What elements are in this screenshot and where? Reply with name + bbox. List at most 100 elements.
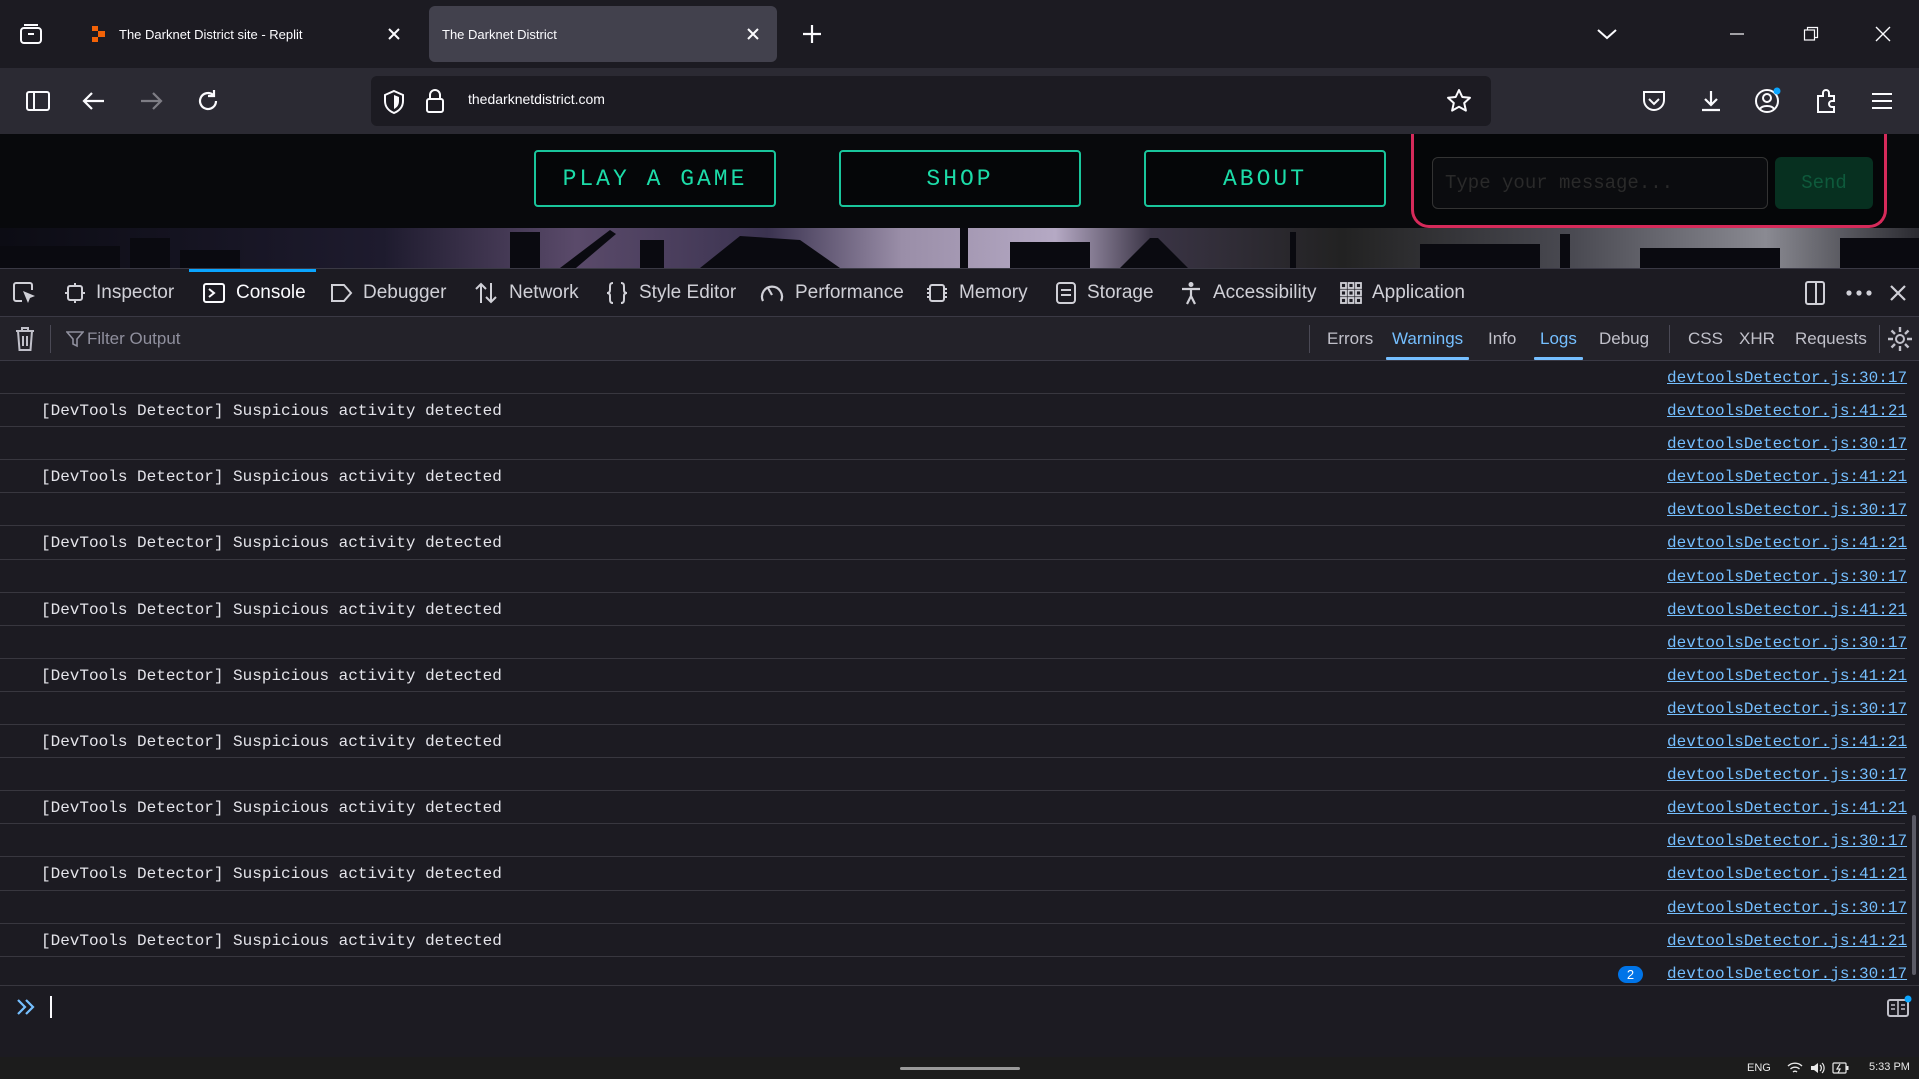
console-row: [DevTools Detector] Suspicious activity … — [0, 593, 1907, 626]
bookmark-star-icon[interactable] — [1446, 88, 1472, 114]
hamburger-menu-icon[interactable] — [1865, 84, 1899, 118]
console-row: [DevTools Detector] Suspicious activity … — [0, 460, 1907, 494]
source-link[interactable]: devtoolsDetector.js:41:21 — [1667, 865, 1907, 883]
extensions-icon[interactable] — [1809, 84, 1843, 118]
source-link[interactable]: devtoolsDetector.js:30:17 — [1667, 435, 1907, 453]
new-tab-icon[interactable] — [795, 17, 829, 51]
inspector-icon — [65, 282, 85, 303]
console-icon — [203, 282, 225, 303]
tab-accessibility[interactable]: Accessibility — [1179, 269, 1316, 316]
editor-mode-toggle-icon[interactable] — [1886, 995, 1912, 1019]
console-message: [DevTools Detector] Suspicious activity … — [41, 733, 502, 752]
filter-debug-button[interactable]: Debug — [1599, 329, 1649, 349]
more-options-icon[interactable] — [1846, 269, 1882, 316]
source-link[interactable]: devtoolsDetector.js:41:21 — [1667, 799, 1907, 817]
source-link[interactable]: devtoolsDetector.js:41:21 — [1667, 667, 1907, 685]
restore-icon[interactable] — [1794, 17, 1828, 51]
os-taskbar: ENG 5:33 PM — [0, 1057, 1919, 1079]
console-row: devtoolsDetector.js:30:17 — [0, 361, 1907, 395]
source-link[interactable]: devtoolsDetector.js:30:17 — [1667, 501, 1907, 519]
element-picker-icon[interactable] — [12, 269, 48, 316]
chat-send-button[interactable]: Send — [1775, 157, 1873, 209]
tracking-protection-shield-icon[interactable] — [382, 89, 406, 115]
settings-gear-icon[interactable] — [1887, 326, 1913, 352]
tab-style-editor[interactable]: Style Editor — [605, 269, 736, 316]
pocket-icon[interactable] — [1637, 84, 1671, 118]
console-row: devtoolsDetector.js:30:17 — [0, 427, 1907, 461]
tab-memory[interactable]: Memory — [925, 269, 1028, 316]
filter-funnel-icon — [66, 330, 84, 348]
trash-icon[interactable] — [14, 326, 36, 352]
wifi-icon[interactable] — [1787, 1061, 1803, 1075]
console-input[interactable] — [0, 985, 1919, 1057]
source-link[interactable]: devtoolsDetector.js:30:17 — [1667, 766, 1907, 784]
source-link[interactable]: devtoolsDetector.js:41:21 — [1667, 534, 1907, 552]
devtools-toolbar: Inspector Console Debugger Network Style… — [0, 268, 1919, 316]
close-icon[interactable] — [743, 24, 763, 44]
downloads-icon[interactable] — [1694, 84, 1728, 118]
source-link[interactable]: devtoolsDetector.js:30:17 — [1667, 634, 1907, 652]
url-bar[interactable]: thedarknetdistrict.com — [371, 76, 1491, 126]
tab-network[interactable]: Network — [473, 269, 579, 316]
tab-replit[interactable]: The Darknet District site - Replit — [76, 6, 418, 62]
tab-application[interactable]: Application — [1340, 269, 1465, 316]
lock-icon[interactable] — [425, 88, 445, 114]
tab-debugger[interactable]: Debugger — [329, 269, 446, 316]
tab-darknet-district[interactable]: The Darknet District — [429, 6, 777, 62]
filter-logs-button[interactable]: Logs — [1534, 329, 1583, 360]
filter-errors-button[interactable]: Errors — [1327, 329, 1373, 349]
reload-icon[interactable] — [191, 84, 225, 118]
filter-requests-button[interactable]: Requests — [1795, 329, 1867, 349]
clock[interactable]: 5:33 PM — [1869, 1061, 1910, 1073]
forward-icon[interactable] — [134, 84, 168, 118]
console-row: [DevTools Detector] Suspicious activity … — [0, 725, 1907, 759]
window-close-icon[interactable] — [1866, 17, 1900, 51]
tab-label: Inspector — [96, 281, 175, 303]
taskbar-handle[interactable] — [900, 1067, 1020, 1070]
list-tabs-chevron-icon[interactable] — [1590, 17, 1624, 51]
source-link[interactable]: devtoolsDetector.js:30:17 — [1667, 832, 1907, 850]
sidebar-icon[interactable] — [21, 84, 55, 118]
chat-message-input[interactable]: Type your message... — [1432, 157, 1768, 209]
source-link[interactable]: devtoolsDetector.js:41:21 — [1667, 402, 1907, 420]
source-link[interactable]: devtoolsDetector.js:41:21 — [1667, 468, 1907, 486]
source-link[interactable]: devtoolsDetector.js:30:17 — [1667, 700, 1907, 718]
close-devtools-icon[interactable] — [1889, 269, 1917, 316]
volume-icon[interactable] — [1810, 1061, 1826, 1075]
account-icon[interactable] — [1751, 84, 1785, 118]
url-text[interactable]: thedarknetdistrict.com — [468, 91, 605, 107]
source-link[interactable]: devtoolsDetector.js:30:17 — [1667, 369, 1907, 387]
source-link[interactable]: devtoolsDetector.js:41:21 — [1667, 733, 1907, 751]
tab-storage[interactable]: Storage — [1055, 269, 1154, 316]
tab-performance[interactable]: Performance — [759, 269, 904, 316]
minimize-icon[interactable] — [1720, 17, 1754, 51]
filter-css-button[interactable]: CSS — [1688, 329, 1723, 349]
source-link[interactable]: devtoolsDetector.js:30:17 — [1667, 568, 1907, 586]
about-button[interactable]: ABOUT — [1144, 150, 1386, 207]
source-link[interactable]: devtoolsDetector.js:30:17 — [1667, 899, 1907, 917]
battery-icon[interactable] — [1832, 1061, 1850, 1075]
close-icon[interactable] — [384, 24, 404, 44]
language-indicator[interactable]: ENG — [1747, 1062, 1771, 1074]
console-scrollbar[interactable] — [1912, 815, 1916, 975]
filter-warnings-button[interactable]: Warnings — [1385, 329, 1470, 360]
source-link[interactable]: devtoolsDetector.js:30:17 — [1667, 965, 1907, 983]
tab-inspector[interactable]: Inspector — [64, 269, 174, 316]
play-game-button[interactable]: PLAY A GAME — [534, 150, 776, 207]
console-row: devtoolsDetector.js:30:17 — [0, 493, 1907, 527]
source-link[interactable]: devtoolsDetector.js:41:21 — [1667, 601, 1907, 619]
tab-label: Console — [236, 281, 306, 303]
source-link[interactable]: devtoolsDetector.js:41:21 — [1667, 932, 1907, 950]
navigation-toolbar: thedarknetdistrict.com — [0, 68, 1919, 134]
filter-output-input[interactable]: Filter Output — [87, 329, 181, 349]
filter-info-button[interactable]: Info — [1488, 329, 1516, 349]
tab-overview-icon[interactable] — [14, 17, 48, 51]
dock-side-icon[interactable] — [1803, 269, 1837, 316]
filter-xhr-button[interactable]: XHR — [1739, 329, 1775, 349]
console-output: devtoolsDetector.js:30:17 [DevTools Detec… — [0, 361, 1919, 985]
memory-icon — [927, 283, 947, 302]
tab-console[interactable]: Console — [202, 269, 306, 316]
back-icon[interactable] — [77, 84, 111, 118]
console-message: [DevTools Detector] Suspicious activity … — [41, 865, 502, 884]
shop-button[interactable]: SHOP — [839, 150, 1081, 207]
